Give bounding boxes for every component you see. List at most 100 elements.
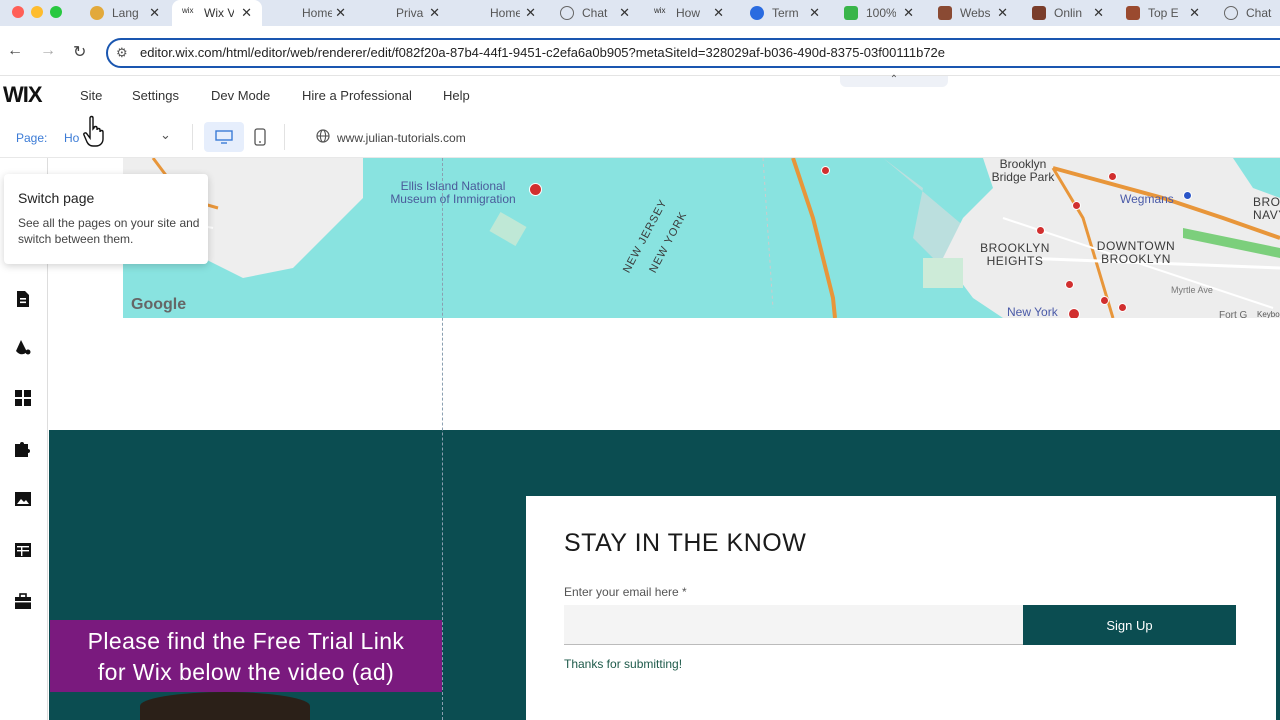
menu-dev-mode[interactable]: Dev Mode [211, 88, 270, 103]
map-pin-icon[interactable] [1100, 296, 1109, 305]
browser-tab[interactable]: Webs ✕ [936, 0, 1008, 26]
wix-top-bar: WIX Site Settings Dev Mode Hire a Profes… [0, 74, 1280, 116]
subscribe-form[interactable]: STAY IN THE KNOW Enter your email here *… [526, 496, 1276, 720]
browser-tab[interactable]: Top E ✕ [1124, 0, 1200, 26]
medal-icon [90, 6, 104, 20]
chevron-up-icon: ⌃ [889, 74, 899, 85]
sign-up-button[interactable]: Sign Up [1023, 605, 1236, 645]
site-url[interactable]: www.julian-tutorials.com [337, 131, 466, 145]
map-pin-icon[interactable] [1183, 191, 1192, 200]
mobile-view-icon[interactable] [254, 128, 266, 146]
browser-tab[interactable]: Term ✕ [748, 0, 820, 26]
browser-tab-active[interactable]: wix Wix V ✕ [172, 0, 262, 26]
map-pin-icon[interactable] [529, 183, 542, 196]
browser-tab[interactable]: 100% ✕ [842, 0, 914, 26]
menu-settings[interactable]: Settings [132, 88, 179, 103]
close-window-button[interactable] [12, 6, 24, 18]
chat-icon [1224, 6, 1238, 20]
close-tab-icon[interactable]: ✕ [241, 5, 252, 21]
map-label: Fort G [1219, 310, 1248, 318]
design-icon[interactable] [12, 337, 34, 359]
chevron-down-icon[interactable]: ⌄ [160, 127, 171, 143]
map-pin-icon[interactable] [1068, 308, 1080, 318]
flow-icon [750, 6, 764, 20]
back-arrow-icon[interactable]: ← [7, 42, 23, 60]
close-tab-icon[interactable]: ✕ [997, 5, 1008, 21]
browser-tab[interactable]: wix How ✕ [652, 0, 724, 26]
site-settings-icon[interactable]: ⚙ [116, 45, 128, 61]
close-tab-icon[interactable]: ✕ [149, 5, 160, 21]
menu-help[interactable]: Help [443, 88, 470, 103]
media-icon[interactable] [12, 488, 34, 510]
close-tab-icon[interactable]: ✕ [903, 5, 914, 21]
map-label: BROOY NAVY [1253, 195, 1280, 222]
banner-line-1: Please find the Free Trial Link [87, 628, 405, 654]
close-tab-icon[interactable]: ✕ [525, 5, 536, 21]
globe-icon [316, 129, 330, 143]
presenter-video-thumbnail [140, 692, 310, 720]
apps-icon[interactable] [12, 438, 34, 460]
map-label: Ellis Island National Museum of Immigrat… [390, 179, 516, 206]
close-tab-icon[interactable]: ✕ [335, 5, 346, 21]
map-pin-icon[interactable] [1118, 303, 1127, 312]
tooltip-title: Switch page [18, 190, 95, 206]
close-tab-icon[interactable]: ✕ [429, 5, 440, 21]
wix-logo[interactable]: WIX [3, 82, 43, 108]
browser-tab[interactable]: Home ✕ [276, 0, 346, 26]
tooltip-body: See all the pages on your site and switc… [18, 216, 200, 246]
address-bar-url[interactable]: editor.wix.com/html/editor/web/renderer/… [140, 45, 945, 60]
reload-icon[interactable]: ↻ [73, 42, 86, 62]
map-background [123, 158, 1280, 318]
close-tab-icon[interactable]: ✕ [809, 5, 820, 21]
browser-tab-bar: Lang ✕ wix Wix V ✕ Home ✕ Priva ✕ Home ✕… [0, 0, 1280, 26]
browser-tab[interactable]: Home ✕ [464, 0, 536, 26]
wix-icon: wix [182, 6, 194, 15]
map-pin-icon[interactable] [1065, 280, 1074, 289]
close-tab-icon[interactable]: ✕ [1093, 5, 1104, 21]
forward-arrow-icon[interactable]: → [40, 42, 56, 60]
desktop-view-button[interactable] [204, 122, 244, 152]
hand-cursor-icon [83, 115, 104, 147]
avatar-icon [1032, 6, 1046, 20]
close-tab-icon[interactable]: ✕ [619, 5, 630, 21]
empty-section[interactable] [49, 318, 1280, 430]
map-label: BROOKLYN HEIGHTS [980, 241, 1050, 268]
map-pin-icon[interactable] [1036, 226, 1045, 235]
close-tab-icon[interactable]: ✕ [1189, 5, 1200, 21]
google-map-element[interactable]: Ellis Island National Museum of Immigrat… [123, 158, 1280, 318]
cms-icon[interactable] [12, 539, 34, 561]
browser-tab[interactable]: Lang ✕ [86, 0, 160, 26]
browser-tab[interactable]: Chat ✕ [558, 0, 630, 26]
business-tools-icon[interactable] [12, 590, 34, 612]
browser-tab[interactable]: Onlin ✕ [1030, 0, 1104, 26]
map-label: Brooklyn Bridge Park [991, 158, 1055, 184]
blank-icon [374, 6, 388, 20]
blank-icon [468, 6, 482, 20]
menu-site[interactable]: Site [80, 88, 102, 103]
close-tab-icon[interactable]: ✕ [713, 5, 724, 21]
blank-icon [280, 6, 294, 20]
banner-line-2: for Wix below the video (ad) [97, 659, 395, 685]
maximize-window-button[interactable] [50, 6, 62, 18]
browser-tab[interactable]: Priva ✕ [370, 0, 440, 26]
address-bar[interactable]: ⚙ editor.wix.com/html/editor/web/rendere… [106, 38, 1280, 68]
grid-guide-line [442, 158, 443, 720]
map-pin-icon[interactable] [1108, 172, 1117, 181]
pages-icon[interactable] [12, 288, 34, 310]
map-pin-icon[interactable] [821, 166, 830, 175]
form-title: STAY IN THE KNOW [564, 529, 807, 557]
menu-hire-professional[interactable]: Hire a Professional [302, 88, 412, 103]
map-label: Wegmans [1120, 192, 1174, 206]
map-pin-icon[interactable] [1072, 201, 1081, 210]
collapse-toolbar-button[interactable]: ⌃ [840, 74, 948, 87]
divider [192, 124, 193, 150]
browser-tab[interactable]: Chat [1222, 0, 1280, 26]
email-field[interactable] [564, 605, 1024, 645]
minimize-window-button[interactable] [31, 6, 43, 18]
page-selector[interactable]: Ho [64, 131, 79, 145]
page-toolbar: Page: Ho ⌄ www.julian-tutorials.com [0, 116, 1280, 158]
promo-banner: Please find the Free Trial Link for Wix … [50, 620, 442, 692]
add-elements-icon[interactable] [12, 387, 34, 409]
chat-icon [560, 6, 574, 20]
map-label: Keyboard [1257, 310, 1280, 318]
